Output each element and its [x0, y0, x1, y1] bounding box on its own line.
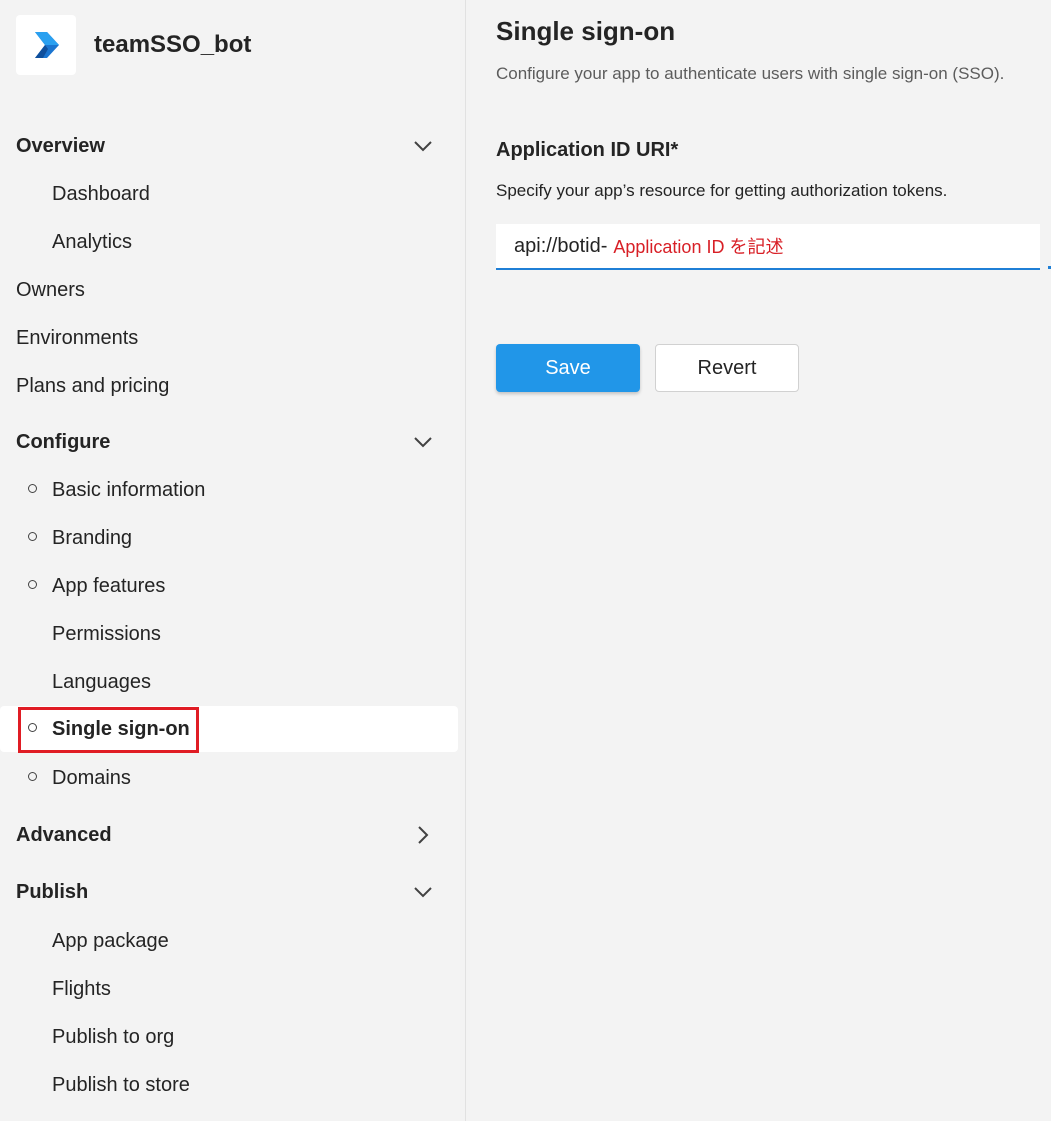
sidebar-item-label: Plans and pricing — [16, 374, 170, 397]
application-id-uri-description: Specify your app’s resource for getting … — [496, 181, 948, 200]
teams-dev-portal-logo-icon — [35, 32, 59, 58]
sidebar-item-label: Permissions — [52, 622, 161, 645]
sidebar-item-label: Flights — [52, 977, 111, 1000]
sidebar-item-publish-to-store[interactable]: Publish to store — [0, 1062, 458, 1108]
annotation-text: Application ID を記述 — [613, 237, 784, 257]
nav-section-label: Overview — [16, 134, 105, 157]
status-circle-icon — [28, 772, 37, 781]
application-id-uri-label: Application ID URI* — [496, 139, 679, 161]
nav-section-configure[interactable]: Configure — [16, 426, 446, 458]
revert-button[interactable]: Revert — [655, 344, 799, 392]
sidebar-item-analytics[interactable]: Analytics — [0, 219, 458, 265]
sidebar-item-app-package[interactable]: App package — [0, 918, 458, 964]
sidebar-item-label: App package — [52, 929, 169, 952]
nav-section-label: Configure — [16, 430, 111, 453]
sidebar-item-label: Basic information — [52, 478, 206, 501]
nav-section-publish[interactable]: Publish — [16, 876, 446, 908]
chevron-down-icon[interactable] — [412, 135, 434, 157]
main-content: Single sign-on Configure your app to aut… — [466, 0, 1051, 1121]
sidebar-item-flights[interactable]: Flights — [0, 966, 458, 1012]
chevron-down-icon[interactable] — [412, 431, 434, 453]
sidebar-item-app-features[interactable]: App features — [0, 563, 458, 609]
page-title: Single sign-on — [496, 16, 676, 46]
sidebar-item-label: Languages — [52, 670, 151, 693]
chevron-down-icon[interactable] — [412, 881, 434, 903]
sidebar-item-label: Publish to org — [52, 1025, 175, 1048]
page-description: Configure your app to authenticate users… — [496, 64, 1005, 83]
status-circle-icon — [28, 580, 37, 589]
status-circle-icon — [28, 484, 37, 493]
sidebar-item-owners[interactable]: Owners — [0, 267, 458, 313]
sidebar-item-label: Dashboard — [52, 182, 150, 205]
save-button[interactable]: Save — [496, 344, 640, 392]
sidebar-item-basic-information[interactable]: Basic information — [0, 467, 458, 513]
sidebar-item-publish-to-org[interactable]: Publish to org — [0, 1014, 458, 1060]
sidebar: teamSSO_bot Overview Dashboard Analytics… — [0, 0, 466, 1121]
app-name: teamSSO_bot — [94, 31, 252, 58]
sidebar-item-label: Environments — [16, 326, 139, 349]
nav-section-label: Publish — [16, 880, 89, 903]
annotation-highlight-box — [18, 707, 199, 753]
sidebar-item-label: App features — [52, 574, 166, 597]
application-id-uri-input[interactable]: api://botid- Application ID を記述 — [496, 224, 1040, 270]
nav-section-label: Advanced — [16, 823, 112, 846]
sidebar-item-plans-and-pricing[interactable]: Plans and pricing — [0, 363, 458, 409]
sidebar-item-environments[interactable]: Environments — [0, 315, 458, 361]
input-value-prefix: api://botid- — [514, 234, 608, 257]
nav-section-overview[interactable]: Overview — [16, 130, 446, 162]
sidebar-item-label: Domains — [52, 766, 131, 789]
sidebar-item-domains[interactable]: Domains — [0, 755, 458, 801]
app-header: teamSSO_bot — [16, 15, 251, 75]
sidebar-item-label: Publish to store — [52, 1073, 190, 1096]
sidebar-item-dashboard[interactable]: Dashboard — [0, 171, 458, 217]
nav-section-advanced[interactable]: Advanced — [16, 819, 446, 851]
sidebar-item-label: Branding — [52, 526, 133, 549]
sidebar-item-permissions[interactable]: Permissions — [0, 611, 458, 657]
sidebar-item-label: Owners — [16, 278, 85, 301]
status-circle-icon — [28, 532, 37, 541]
sidebar-item-branding[interactable]: Branding — [0, 515, 458, 561]
sidebar-item-languages[interactable]: Languages — [0, 659, 458, 705]
chevron-right-icon[interactable] — [412, 824, 434, 846]
sidebar-item-label: Analytics — [52, 230, 133, 253]
app-logo — [16, 15, 76, 75]
